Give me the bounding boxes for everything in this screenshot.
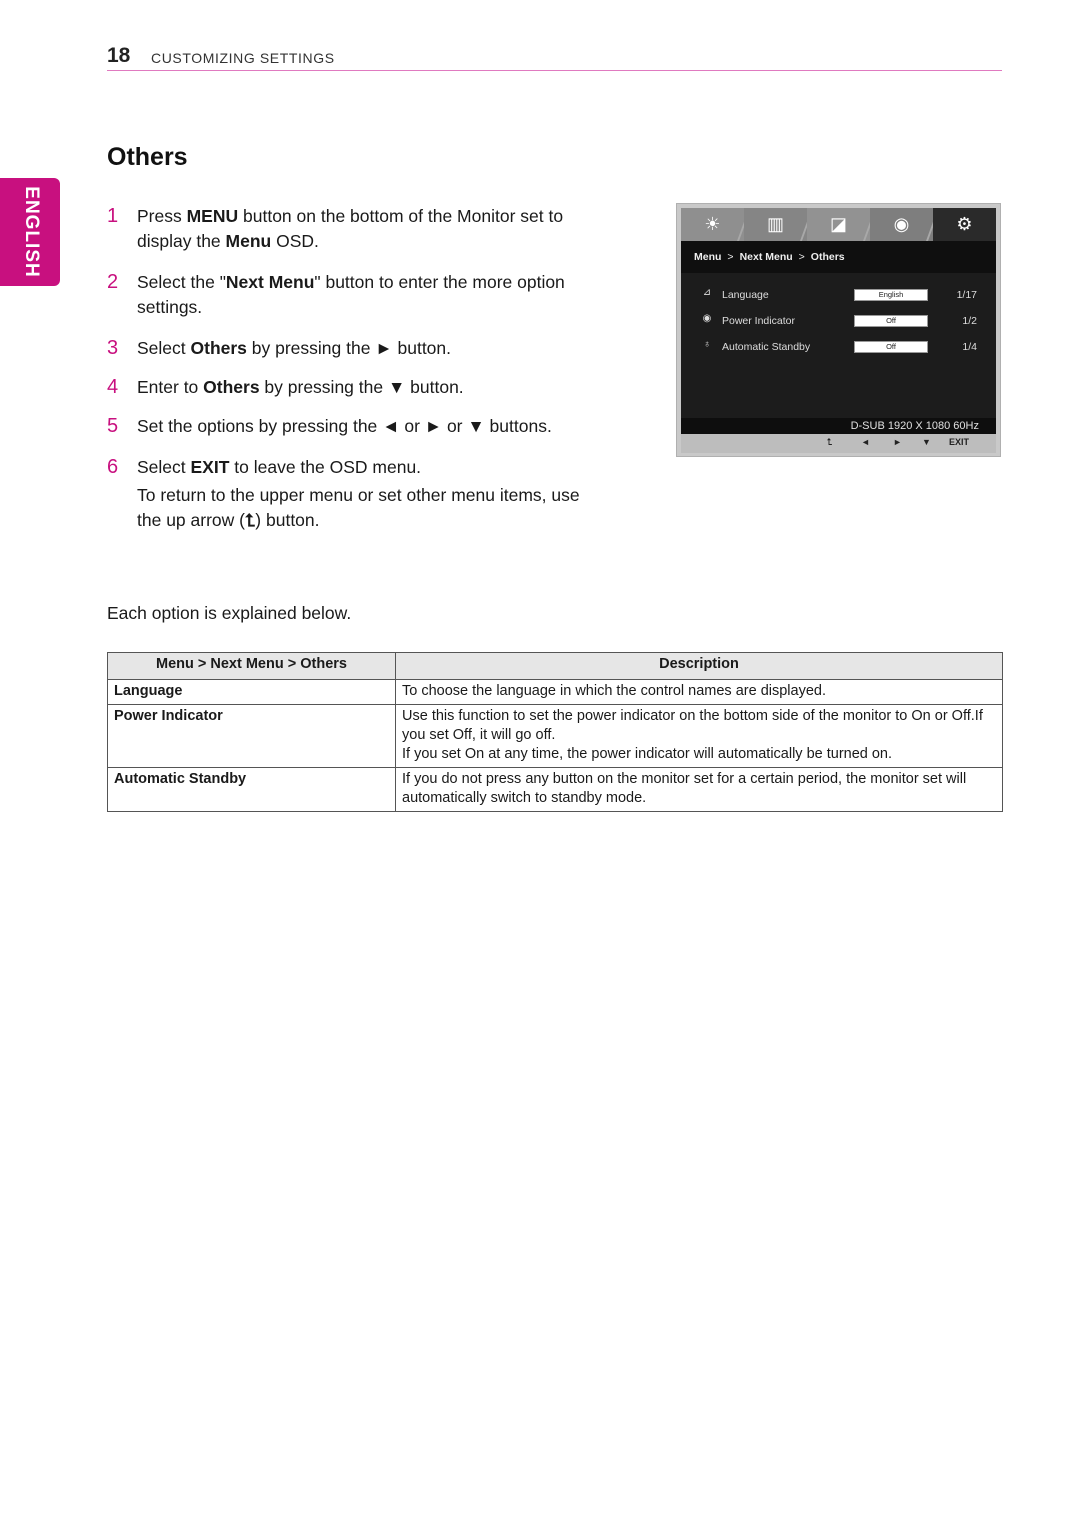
step-item: 3 Select Others by pressing the ► button. — [107, 336, 597, 361]
bold-term: EXIT — [190, 457, 230, 477]
step-item: 5 Set the options by pressing the ◄ or ► … — [107, 414, 597, 439]
table-row: Language To choose the language in which … — [107, 679, 1003, 705]
page-number: 18 — [107, 44, 131, 67]
breadcrumb-item: Menu — [694, 251, 722, 263]
osd-button-bar: ⮤ ◄ ► ▼ EXIT — [681, 434, 996, 453]
osd-option-row: ◉ Power Indicator Off 1/2 — [681, 313, 996, 331]
step-number: 4 — [107, 376, 119, 398]
osd-tabs: ☀ ▥ ◪ ◉ ⚙ — [681, 208, 996, 241]
osd-option-count: 1/17 — [956, 289, 977, 301]
step-item: 2 Select the "Next Menu" button to enter … — [107, 270, 597, 320]
osd-option-label: Power Indicator — [722, 315, 795, 327]
bold-term: Menu — [225, 231, 272, 251]
options-table: Menu > Next Menu > Others Description La… — [107, 652, 1003, 812]
option-name: Automatic Standby — [107, 767, 396, 812]
disc-icon: ◉ — [893, 214, 910, 234]
step-number: 6 — [107, 456, 119, 478]
osd-option-value: English — [854, 289, 928, 301]
description-line: To choose the language in which the cont… — [402, 683, 826, 699]
language-icon: ⊿ — [702, 287, 712, 298]
down-arrow-icon: ▼ — [922, 437, 931, 447]
step-item: 6 Select EXIT to leave the OSD menu. To re… — [107, 455, 597, 533]
step-number: 1 — [107, 205, 119, 227]
language-tab-label: ENGLISH — [21, 186, 42, 278]
step-number: 5 — [107, 415, 119, 437]
up-arrow-icon: ⮤ — [827, 437, 833, 447]
osd-option-count: 1/2 — [962, 315, 977, 327]
step-note: To return to the upper menu or set other… — [137, 483, 597, 533]
bold-term: Others — [190, 338, 247, 358]
osd-option-row: ⊿ Language English 1/17 — [681, 287, 996, 305]
step-text: Select Others by pressing the ► button. — [137, 338, 452, 358]
osd-tab: ◪ — [807, 208, 870, 241]
breadcrumb-separator: > — [727, 251, 734, 263]
step-text: Press MENU button on the bottom of the M… — [137, 206, 564, 251]
osd-body: Menu > Next Menu > Others ⊿ Language English 1/… — [681, 241, 996, 434]
page-header: 18 CUSTOMIZING SETTINGS — [107, 44, 1002, 71]
gear-icon: ⚙ — [956, 214, 973, 234]
option-description: To choose the language in which the cont… — [395, 679, 1003, 705]
breadcrumb-item: Others — [810, 251, 845, 263]
description-line: If you set On at any time, the power ind… — [402, 746, 893, 762]
option-name: Power Indicator — [107, 704, 396, 768]
description-line: If you do not press any button on the mo… — [402, 771, 967, 806]
step-text: Enter to Others by pressing the ▼ button… — [137, 377, 464, 397]
step-text: Select EXIT to leave the OSD menu. — [137, 457, 422, 477]
right-arrow-icon: ► — [893, 437, 902, 447]
breadcrumb-separator: > — [798, 251, 805, 263]
up-arrow-icon: ⮤ — [244, 510, 256, 530]
table-row: Automatic Standby If you do not press any… — [107, 767, 1003, 812]
step-number: 2 — [107, 271, 119, 293]
osd-option-value: Off — [854, 341, 928, 353]
osd-screenshot: ☀ ▥ ◪ ◉ ⚙ Menu > Next Menu > Others ⊿ Language Eng… — [676, 203, 1001, 457]
osd-option-label: Language — [722, 289, 769, 301]
option-name: Language — [107, 679, 396, 705]
osd-tab: ☀ — [681, 208, 744, 241]
step-number: 3 — [107, 337, 119, 359]
osd-option-count: 1/4 — [962, 341, 977, 353]
power-indicator-icon: ◉ — [702, 313, 712, 324]
color-bars-icon: ▥ — [766, 214, 784, 234]
table-header-row: Menu > Next Menu > Others Description — [107, 652, 1003, 680]
step-item: 4 Enter to Others by pressing the ▼ butto… — [107, 375, 597, 400]
table-row: Power Indicator Use this function to set … — [107, 704, 1003, 768]
osd-option-row: ♁ Automatic Standby Off 1/4 — [681, 339, 996, 357]
bold-term: MENU — [186, 206, 239, 226]
breadcrumb-item: Next Menu — [739, 251, 793, 263]
step-text: Set the options by pressing the ◄ or ► o… — [137, 416, 552, 436]
option-description: Use this function to set the power indic… — [395, 704, 1003, 768]
left-arrow-icon: ◄ — [861, 437, 870, 447]
osd-option-label: Automatic Standby — [722, 341, 811, 353]
language-tab: ENGLISH — [0, 178, 60, 286]
picture-icon: ◪ — [829, 214, 847, 234]
bold-term: Next Menu — [225, 272, 315, 292]
option-description: If you do not press any button on the mo… — [395, 767, 1003, 812]
bold-term: Others — [203, 377, 260, 397]
osd-tab: ◉ — [870, 208, 933, 241]
exit-label: EXIT — [949, 437, 970, 447]
step-text: Select the "Next Menu" button to enter t… — [137, 272, 565, 317]
timer-icon: ♁ — [703, 339, 711, 350]
steps-list: 1 Press MENU button on the bottom of the … — [107, 204, 597, 549]
page-title: Others — [107, 143, 188, 171]
table-header-menu: Menu > Next Menu > Others — [107, 652, 396, 680]
section-title: CUSTOMIZING SETTINGS — [151, 50, 335, 66]
explain-text: Each option is explained below. — [107, 603, 352, 623]
osd-status: D-SUB 1920 X 1080 60Hz — [681, 418, 996, 434]
osd-option-value: Off — [854, 315, 928, 327]
step-item: 1 Press MENU button on the bottom of the … — [107, 204, 597, 254]
description-line: Use this function to set the power indic… — [402, 708, 983, 743]
osd-tab: ▥ — [744, 208, 807, 241]
osd-breadcrumb: Menu > Next Menu > Others — [681, 241, 996, 273]
table-header-description: Description — [395, 652, 1003, 680]
osd-tab: ⚙ — [933, 208, 996, 241]
brightness-icon: ☀ — [704, 214, 721, 234]
